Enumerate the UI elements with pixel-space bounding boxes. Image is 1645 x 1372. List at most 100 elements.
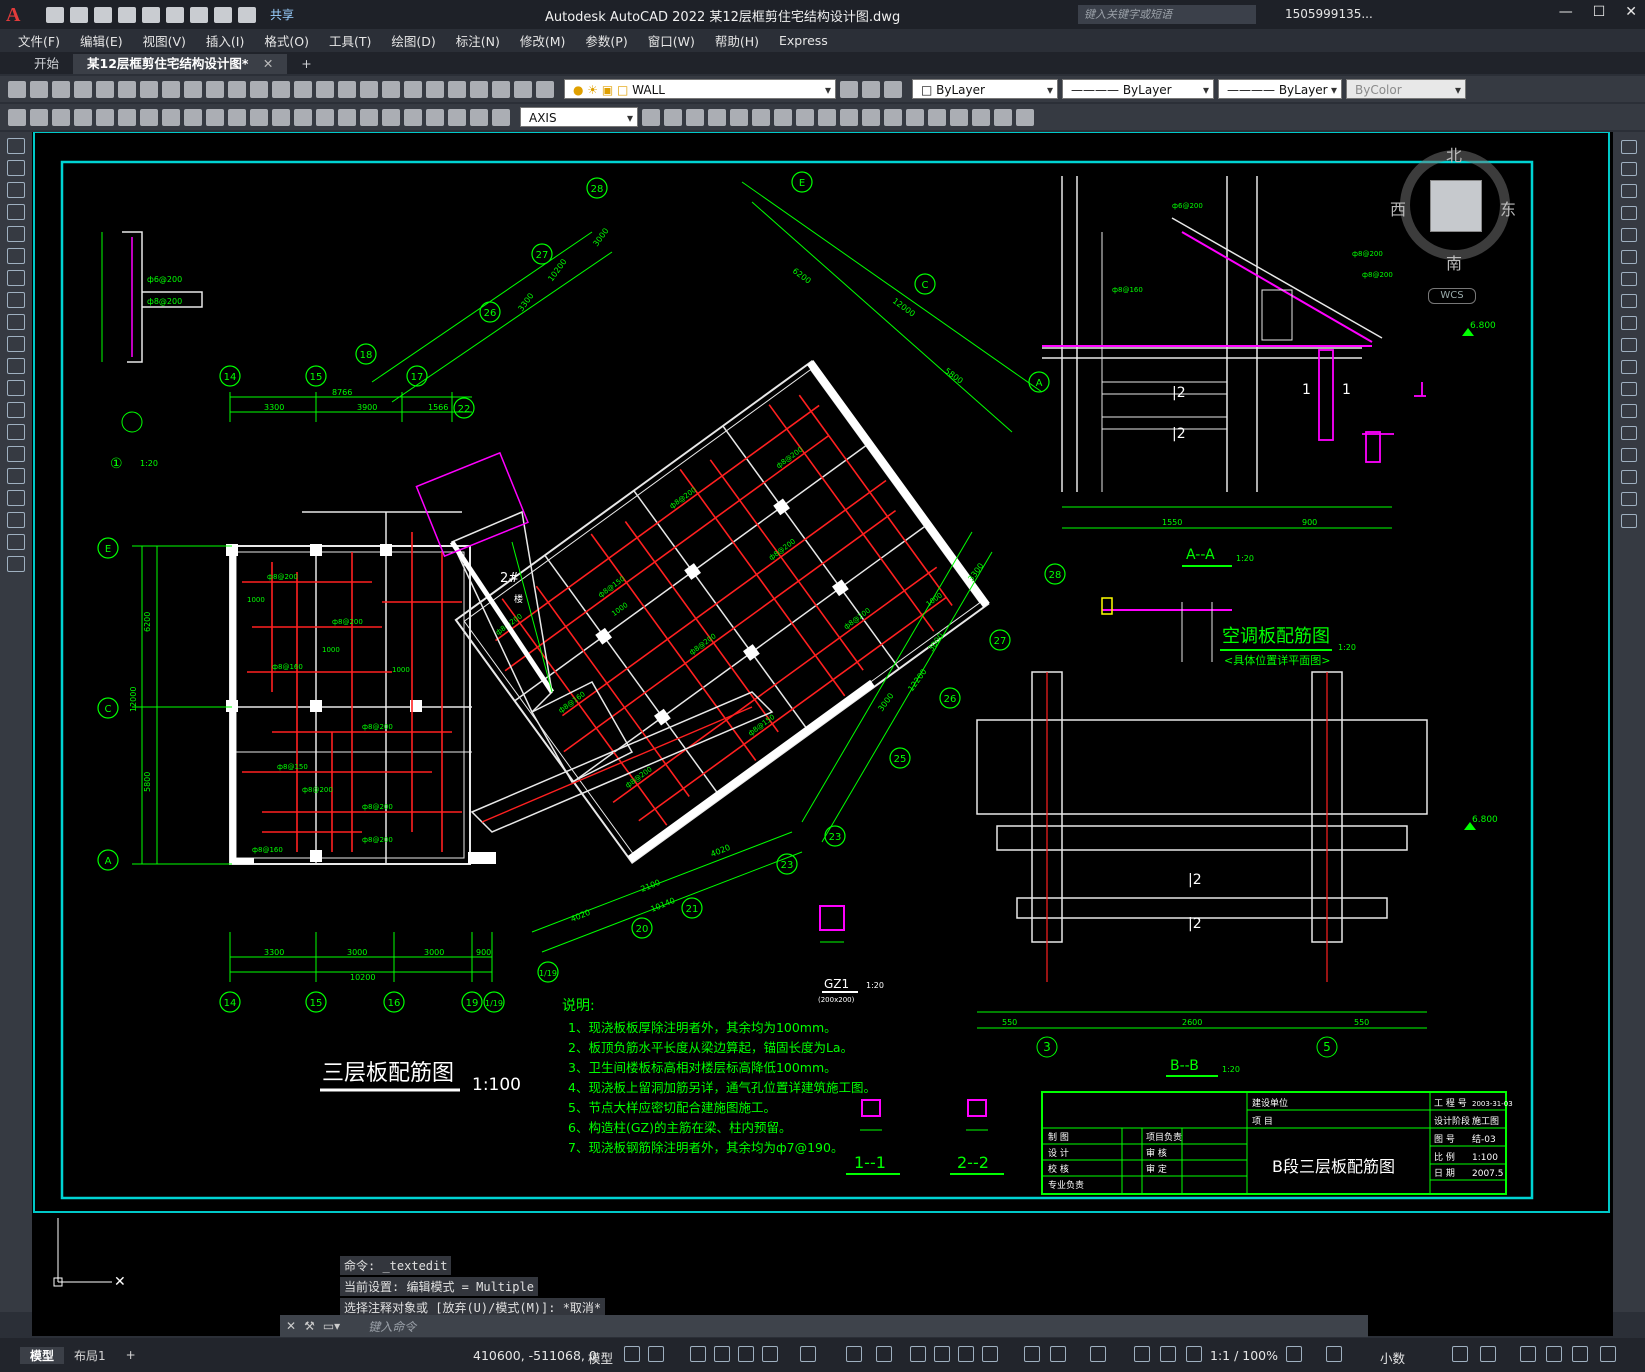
publish-icon[interactable]	[118, 80, 136, 98]
dim-text-edit-icon[interactable]	[470, 108, 488, 126]
layer-previous-icon[interactable]	[862, 80, 880, 98]
linear-dim-icon[interactable]	[74, 108, 92, 126]
diameter-dim-icon[interactable]	[206, 108, 224, 126]
open-icon[interactable]	[70, 6, 88, 23]
point-icon[interactable]	[7, 424, 25, 440]
circle-icon[interactable]	[7, 270, 25, 286]
move-icon[interactable]	[1621, 250, 1637, 264]
fillet-icon[interactable]	[1621, 470, 1637, 484]
annotation-scale-icon[interactable]	[1186, 1346, 1202, 1362]
modify-icon[interactable]	[1016, 108, 1034, 126]
sheet-set-icon[interactable]	[448, 80, 466, 98]
construction-line-icon[interactable]	[7, 160, 25, 176]
dim-update-icon[interactable]	[492, 108, 510, 126]
revision-cloud-icon[interactable]	[7, 292, 25, 308]
scale-icon[interactable]	[1621, 294, 1637, 308]
selection-filter-icon[interactable]	[1050, 1346, 1066, 1362]
redo-icon[interactable]	[272, 80, 290, 98]
hatch-icon[interactable]	[7, 446, 25, 462]
dim-break-icon[interactable]	[338, 108, 356, 126]
modify-icon[interactable]	[840, 108, 858, 126]
help-icon[interactable]	[514, 80, 532, 98]
print-icon[interactable]	[190, 6, 208, 23]
save-icon[interactable]	[94, 6, 112, 23]
pan-icon[interactable]	[294, 80, 312, 98]
break-point-icon[interactable]	[1621, 382, 1637, 396]
rotate-icon[interactable]	[1621, 272, 1637, 286]
new-icon[interactable]	[8, 80, 26, 98]
match-properties-icon[interactable]	[228, 80, 246, 98]
menu-dimension[interactable]: 标注(N)	[456, 31, 500, 50]
arc-icon[interactable]	[7, 248, 25, 264]
radius-dim-icon[interactable]	[162, 108, 180, 126]
markup-icon[interactable]	[470, 80, 488, 98]
modify-icon[interactable]	[972, 108, 990, 126]
center-mark-icon[interactable]	[382, 108, 400, 126]
quick-properties-icon[interactable]	[1452, 1346, 1468, 1362]
minimize-button[interactable]: —	[1559, 4, 1573, 20]
3d-osnap-icon[interactable]	[982, 1346, 998, 1362]
color-dropdown[interactable]: □ ByLayer	[912, 79, 1058, 100]
viewcube-box[interactable]	[1430, 180, 1482, 232]
isolate-objects-icon[interactable]	[1520, 1346, 1536, 1362]
make-current-layer-icon[interactable]	[840, 80, 858, 98]
linetype-dropdown[interactable]: ———— ByLayer	[1062, 79, 1214, 100]
gradient-icon[interactable]	[7, 468, 25, 484]
menu-help[interactable]: 帮助(H)	[715, 31, 759, 50]
modify-icon[interactable]	[928, 108, 946, 126]
spline-icon[interactable]	[7, 314, 25, 330]
command-prompt-icon[interactable]: ▭▾	[323, 1319, 340, 1333]
lock-ui-icon[interactable]	[1480, 1346, 1496, 1362]
zoom-previous-icon[interactable]	[360, 80, 378, 98]
modify-icon[interactable]	[642, 108, 660, 126]
share-button[interactable]: 共享	[270, 6, 294, 23]
rectangle-icon[interactable]	[7, 226, 25, 242]
tab-current-file[interactable]: 某12层框剪住宅结构设计图* ✕	[73, 54, 288, 74]
menu-view[interactable]: 视图(V)	[143, 31, 186, 50]
gizmo-icon[interactable]	[1090, 1346, 1106, 1362]
units-value[interactable]: 小数	[1380, 1348, 1405, 1367]
preview-icon[interactable]	[96, 80, 114, 98]
jogged-linear-icon[interactable]	[426, 108, 444, 126]
angular-dim-icon[interactable]	[228, 108, 246, 126]
layer-dropdown[interactable]: ● ☀ ▣ □ WALL	[564, 79, 836, 100]
erase-icon[interactable]	[1621, 140, 1637, 154]
modify-icon[interactable]	[884, 108, 902, 126]
quick-dim-icon[interactable]	[250, 108, 268, 126]
undo-icon[interactable]	[214, 6, 232, 23]
viewcube-south[interactable]: 南	[1446, 250, 1462, 274]
baseline-dim-icon[interactable]	[272, 108, 290, 126]
polyline-icon[interactable]	[7, 182, 25, 198]
mtext-icon[interactable]	[7, 534, 25, 550]
ellipse-icon[interactable]	[7, 336, 25, 352]
viewcube-west[interactable]: 西	[1390, 196, 1406, 220]
model-space-button[interactable]: 模型	[588, 1348, 613, 1367]
trim-icon[interactable]	[1621, 338, 1637, 352]
new-icon[interactable]	[46, 6, 64, 23]
array-icon[interactable]	[1621, 228, 1637, 242]
chamfer-icon[interactable]	[1621, 448, 1637, 462]
selection-cycling-icon[interactable]	[958, 1346, 974, 1362]
insert-block-icon[interactable]	[7, 380, 25, 396]
menu-express[interactable]: Express	[779, 33, 828, 48]
redo-icon[interactable]	[238, 6, 256, 23]
web-mobile-icon[interactable]	[142, 6, 160, 23]
menu-insert[interactable]: 插入(I)	[206, 31, 244, 50]
extend-icon[interactable]	[1621, 360, 1637, 374]
menu-parametric[interactable]: 参数(P)	[585, 31, 627, 50]
calculator-icon[interactable]	[492, 80, 510, 98]
stretch-icon[interactable]	[1621, 316, 1637, 330]
plotstyle-dropdown[interactable]: ByColor	[1346, 79, 1466, 100]
continue-dim-icon[interactable]	[294, 108, 312, 126]
layer-states-icon[interactable]	[884, 80, 902, 98]
menu-format[interactable]: 格式(O)	[264, 31, 309, 50]
menu-draw[interactable]: 绘图(D)	[391, 31, 435, 50]
tab-model[interactable]: 模型	[20, 1346, 65, 1364]
make-block-icon[interactable]	[7, 402, 25, 418]
drawing-canvas[interactable]: ф8@200 ф8@200 ф8@160 ф8@200 ф8@150 ф8@200 10…	[32, 132, 1613, 1336]
add-selected-icon[interactable]	[7, 556, 25, 572]
layer-properties-icon[interactable]	[536, 80, 554, 98]
modify-icon[interactable]	[730, 108, 748, 126]
mirror-icon[interactable]	[1621, 184, 1637, 198]
tool-palettes-icon[interactable]	[426, 80, 444, 98]
